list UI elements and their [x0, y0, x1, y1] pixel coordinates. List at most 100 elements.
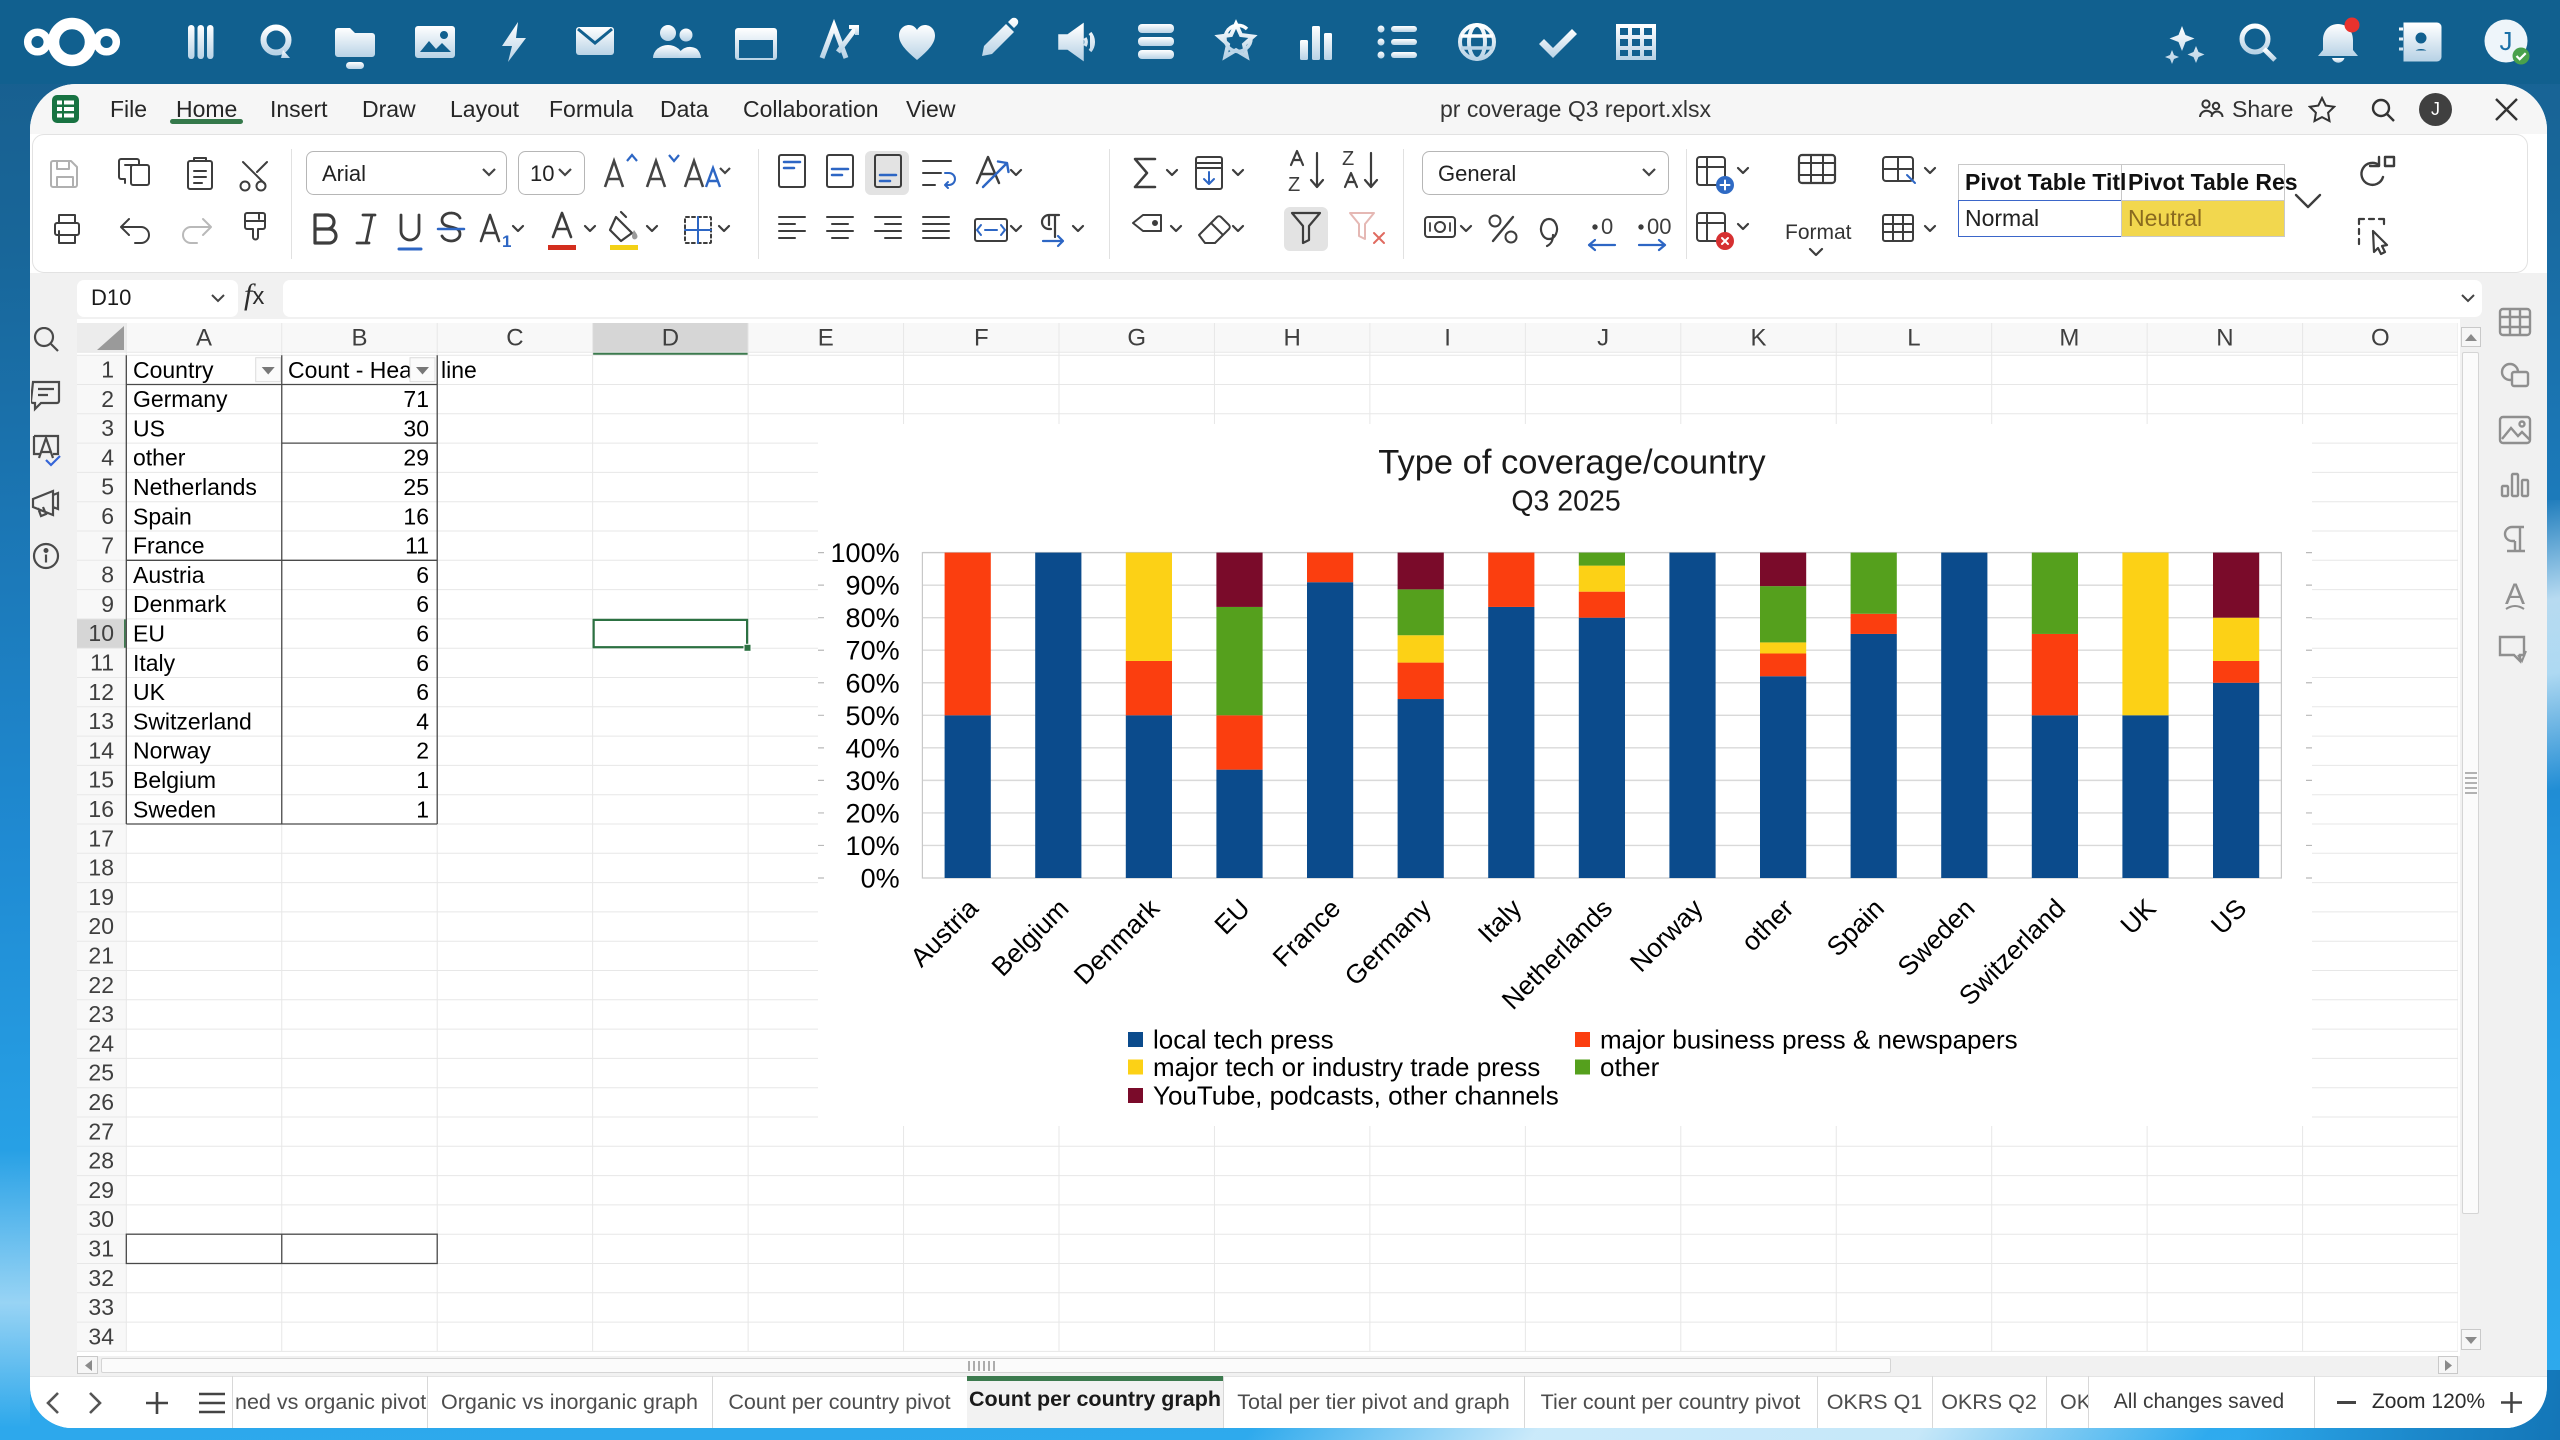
svg-text:Norway: Norway [133, 738, 211, 764]
svg-text:Count - Hea: Count - Hea [288, 357, 412, 383]
svg-text:17: 17 [89, 826, 115, 852]
svg-text:90%: 90% [846, 571, 900, 601]
svg-text:28: 28 [89, 1148, 115, 1174]
svg-text:K: K [1751, 325, 1767, 352]
svg-text:Q3 2025: Q3 2025 [1511, 486, 1620, 518]
svg-text:50%: 50% [846, 701, 900, 731]
svg-text:Pivot Table Res: Pivot Table Res [2128, 169, 2298, 195]
svg-text:1: 1 [417, 767, 430, 793]
svg-text:other: other [1600, 1052, 1660, 1082]
svg-text:20%: 20% [846, 798, 900, 828]
svg-text:Arial: Arial [322, 161, 366, 186]
svg-text:US: US [133, 416, 165, 442]
svg-text:H: H [1284, 325, 1301, 352]
svg-text:0%: 0% [861, 864, 900, 894]
svg-text:I: I [1445, 325, 1452, 352]
svg-text:Netherlands: Netherlands [133, 474, 257, 500]
svg-text:6: 6 [417, 621, 430, 647]
svg-text:F: F [974, 325, 989, 352]
svg-text:M: M [2060, 325, 2080, 352]
svg-text:11: 11 [405, 533, 429, 559]
svg-text:Denmark: Denmark [133, 591, 227, 617]
svg-text:14: 14 [89, 738, 115, 764]
svg-text:L: L [1908, 325, 1921, 352]
svg-text:34: 34 [89, 1324, 115, 1350]
svg-text:8: 8 [102, 562, 115, 588]
svg-text:60%: 60% [846, 668, 900, 698]
svg-text:24: 24 [89, 1031, 115, 1057]
svg-text:O: O [2371, 325, 2390, 352]
svg-text:other: other [133, 445, 186, 471]
svg-text:Z: Z [1342, 148, 1354, 170]
svg-text:line: line [441, 357, 477, 383]
svg-text:2: 2 [102, 386, 115, 412]
svg-text:6: 6 [417, 679, 430, 705]
svg-text:Austria: Austria [133, 562, 205, 588]
svg-text:UK: UK [133, 679, 166, 705]
svg-text:12: 12 [89, 679, 115, 705]
svg-text:25: 25 [404, 474, 430, 500]
svg-text:Normal: Normal [1965, 205, 2039, 231]
svg-text:J: J [1597, 325, 1609, 352]
svg-text:5: 5 [102, 474, 115, 500]
svg-text:4: 4 [417, 709, 430, 735]
svg-text:G: G [1128, 325, 1147, 352]
svg-text:10%: 10% [846, 831, 900, 861]
svg-text:C: C [507, 325, 524, 352]
svg-text:1: 1 [102, 357, 115, 383]
svg-text:21: 21 [89, 943, 115, 969]
svg-text:1: 1 [502, 232, 511, 251]
svg-text:22: 22 [89, 972, 115, 998]
svg-text:10: 10 [530, 161, 554, 186]
svg-text:1: 1 [417, 797, 430, 823]
svg-text:30%: 30% [846, 766, 900, 796]
svg-text:100%: 100% [831, 538, 900, 568]
svg-text:E: E [818, 325, 834, 352]
svg-text:6: 6 [417, 562, 430, 588]
svg-text:33: 33 [89, 1294, 115, 1320]
svg-text:15: 15 [89, 767, 115, 793]
svg-text:30: 30 [404, 416, 430, 442]
svg-text:25: 25 [89, 1060, 115, 1086]
svg-text:B: B [352, 325, 368, 352]
svg-text:4: 4 [102, 445, 115, 471]
svg-text:40%: 40% [846, 733, 900, 763]
svg-text:2: 2 [417, 738, 430, 764]
svg-text:J: J [2500, 26, 2513, 56]
svg-text:N: N [2217, 325, 2234, 352]
svg-text:Type of coverage/country: Type of coverage/country [1378, 444, 1766, 482]
svg-text:Italy: Italy [133, 650, 176, 676]
svg-text:18: 18 [89, 855, 115, 881]
svg-text:26: 26 [89, 1089, 115, 1115]
svg-text:Spain: Spain [133, 504, 192, 530]
svg-text:7: 7 [102, 533, 115, 559]
svg-text:29: 29 [89, 1177, 115, 1203]
svg-text:major business press & newspap: major business press & newspapers [1600, 1025, 2018, 1055]
svg-text:6: 6 [417, 650, 430, 676]
svg-text:16: 16 [89, 796, 115, 822]
svg-text:Switzerland: Switzerland [133, 709, 252, 735]
svg-text:major tech or industry trade p: major tech or industry trade press [1153, 1052, 1540, 1082]
svg-text:20: 20 [89, 913, 115, 939]
svg-text:Germany: Germany [133, 386, 228, 412]
svg-text:0: 0 [1601, 214, 1613, 239]
svg-text:Pivot Table Titl: Pivot Table Titl [1965, 169, 2126, 195]
svg-text:Format: Format [1785, 221, 1852, 244]
svg-text:EU: EU [133, 621, 165, 647]
svg-text:16: 16 [404, 504, 430, 530]
svg-text:local tech press: local tech press [1153, 1025, 1334, 1055]
svg-text:Neutral: Neutral [2128, 205, 2202, 231]
svg-text:32: 32 [89, 1265, 115, 1291]
svg-text:31: 31 [89, 1236, 115, 1262]
svg-text:Z: Z [1288, 174, 1300, 196]
svg-text:23: 23 [89, 1001, 115, 1027]
svg-text:00: 00 [1647, 214, 1671, 239]
svg-text:29: 29 [404, 445, 430, 471]
svg-text:11: 11 [90, 650, 114, 676]
svg-text:19: 19 [89, 884, 115, 910]
svg-text:YouTube, podcasts, other chann: YouTube, podcasts, other channels [1153, 1081, 1559, 1111]
svg-text:80%: 80% [846, 603, 900, 633]
svg-text:General: General [1438, 161, 1516, 186]
svg-text:27: 27 [89, 1119, 115, 1145]
svg-text:Country: Country [133, 357, 214, 383]
